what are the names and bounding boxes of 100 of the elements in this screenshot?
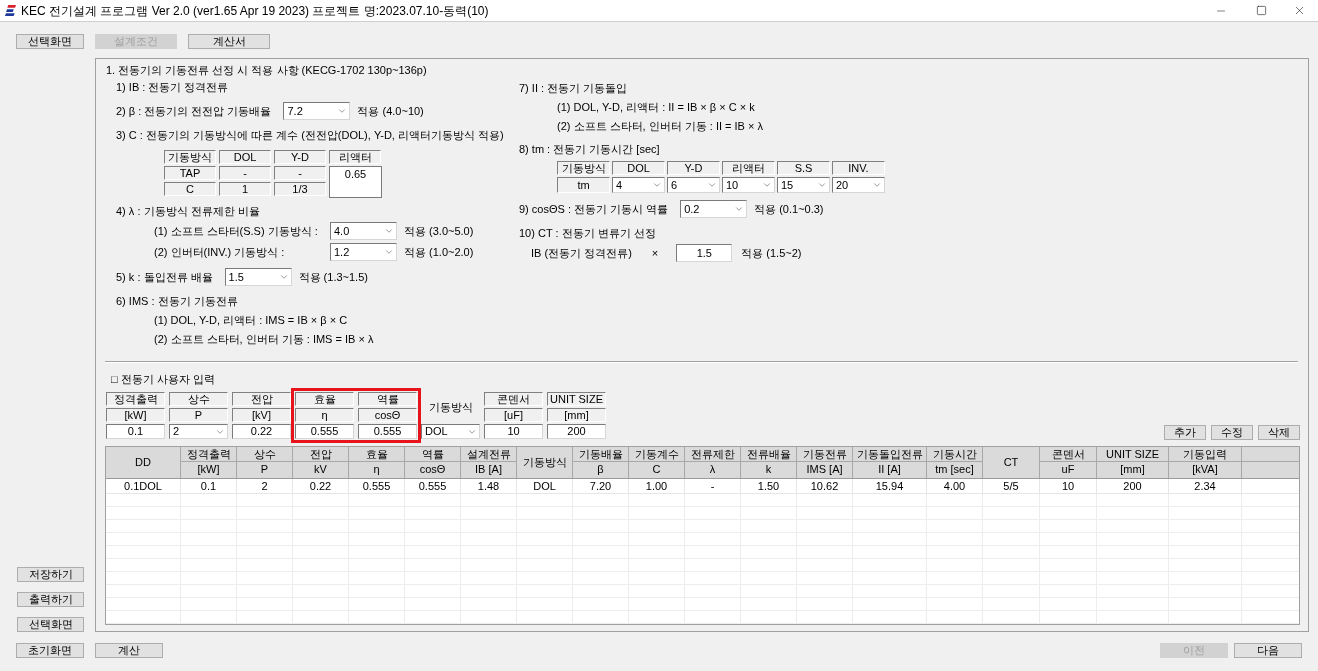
column-header: 역률	[405, 447, 460, 462]
dropdown[interactable]: 1.5	[224, 268, 292, 286]
section-heading: 1. 전동기의 기동전류 선정 시 적용 사항 (KECG-1702 130p~136p)	[106, 63, 427, 78]
column-label: Y-D	[274, 150, 326, 164]
column-header: 기동배율	[573, 447, 628, 462]
table-cell: 2	[237, 479, 293, 493]
column-label: 1/3	[274, 182, 326, 196]
next-button[interactable]: 다음	[1234, 643, 1302, 658]
column-label: TAP	[164, 166, 216, 180]
column-label: 효율	[295, 392, 354, 406]
column-header: 기동전류	[797, 447, 852, 462]
dropdown[interactable]: 4.0	[330, 222, 397, 240]
info-text: 6) IMS : 전동기 기동전류	[116, 294, 238, 309]
table-cell: 0.1	[181, 479, 237, 493]
input-field[interactable]: 0.1	[106, 424, 165, 439]
print-button[interactable]: 출력하기	[17, 592, 84, 607]
column-label: cosΘ	[358, 408, 417, 422]
column-label: [mm]	[547, 408, 606, 422]
column-label: S.S	[777, 161, 830, 175]
column-header: IMS [A]	[805, 462, 844, 477]
dropdown[interactable]: DOL	[421, 424, 480, 439]
table-cell: 0.1DOL	[106, 479, 181, 493]
range-note: 적용 (1.3~1.5)	[298, 269, 368, 285]
table-cell: 1.50	[741, 479, 797, 493]
calculate-button[interactable]: 계산	[95, 643, 163, 658]
dropdown[interactable]: 7.2	[283, 102, 351, 120]
range-note: 적용 (1.0~2.0)	[404, 244, 474, 260]
window-title: KEC 전기설계 프로그램 Ver 2.0 (ver1.65 Apr 19 2023) 프로젝트 명:2023.07.10-동력(10)	[21, 2, 489, 20]
chevron-down-icon	[652, 180, 662, 190]
column-header: [kVA]	[1191, 462, 1219, 477]
column-header: 기동계수	[629, 447, 684, 462]
column-header: uF	[1060, 462, 1076, 477]
dropdown[interactable]: 0.2	[680, 200, 748, 218]
dropdown[interactable]: 2	[169, 424, 228, 439]
column-header: 기동돌입전류	[853, 447, 926, 462]
report-button[interactable]: 계산서	[188, 34, 270, 49]
column-header: 효율	[349, 447, 404, 462]
logo-icon	[5, 5, 16, 16]
column-header: 설계전류	[461, 447, 516, 462]
column-label: 전압	[232, 392, 291, 406]
input-field[interactable]: 0.555	[358, 424, 417, 439]
column-label: -	[219, 166, 271, 180]
value-field: 0.65	[329, 166, 382, 198]
select-screen-button[interactable]: 선택화면	[17, 617, 84, 632]
save-button[interactable]: 저장하기	[17, 567, 84, 582]
column-label: [uF]	[484, 408, 543, 422]
info-text: 10) CT : 전동기 변류기 선정	[519, 226, 656, 241]
column-label: Y-D	[667, 161, 720, 175]
select-screen-button[interactable]: 선택화면	[16, 34, 84, 49]
input-field[interactable]: 10	[484, 424, 543, 439]
column-label: -	[274, 166, 326, 180]
range-note: 적용 (3.0~5.0)	[404, 223, 474, 239]
column-header: DD	[106, 447, 181, 478]
dropdown[interactable]: 4	[612, 177, 665, 193]
section-title: □ 전동기 사용자 입력	[110, 372, 215, 387]
edit-button[interactable]: 수정	[1211, 425, 1253, 440]
column-label: 정격출력	[106, 392, 165, 406]
dropdown[interactable]: 15	[777, 177, 830, 193]
table-cell: 200	[1097, 479, 1169, 493]
select-label: 9) cosΘS : 전동기 기동시 역률	[519, 201, 669, 217]
info-text: (2) 소프트 스타터, 인버터 기동 : IMS = IB × λ	[154, 332, 374, 347]
column-header: CT	[983, 447, 1040, 478]
chevron-down-icon	[872, 180, 882, 190]
column-header: cosΘ	[418, 462, 447, 477]
dropdown[interactable]: 1.2	[330, 243, 397, 261]
table-cell: 15.94	[853, 479, 927, 493]
column-label: tm	[557, 177, 610, 193]
dropdown[interactable]: 6	[667, 177, 720, 193]
dropdown[interactable]: 10	[722, 177, 775, 193]
delete-button[interactable]: 삭제	[1258, 425, 1300, 440]
info-text: 7) II : 전동기 기동돌입	[519, 81, 628, 96]
column-header: kV	[313, 462, 328, 477]
select-label: (2) 인버터(INV.) 기동방식 :	[154, 244, 286, 260]
column-header: η	[372, 462, 381, 477]
range-note: 적용 (0.1~0.3)	[754, 201, 824, 217]
column-header: 콘덴서	[1040, 447, 1096, 462]
add-button[interactable]: 추가	[1164, 425, 1206, 440]
chevron-down-icon	[817, 180, 827, 190]
column-label: DOL	[219, 150, 271, 164]
initial-screen-button[interactable]: 초기화면	[16, 643, 84, 658]
range-note: 적용 (4.0~10)	[357, 103, 424, 119]
table-cell: 2.34	[1169, 479, 1242, 493]
info-text: (1) DOL, Y-D, 리액터 : IMS = IB × β × C	[154, 313, 348, 328]
column-header: 전압	[293, 447, 348, 462]
dropdown[interactable]: 20	[832, 177, 885, 193]
input-field[interactable]: 0.555	[295, 424, 354, 439]
maximize-icon[interactable]	[1256, 5, 1267, 16]
input-field[interactable]: 1.5	[676, 244, 733, 262]
input-field[interactable]: 200	[547, 424, 606, 439]
column-label: DOL	[612, 161, 665, 175]
column-header: 전류제한	[685, 447, 740, 462]
table-cell: 0.555	[349, 479, 405, 493]
close-icon[interactable]	[1293, 4, 1306, 17]
table-cell: 0.555	[405, 479, 461, 493]
column-label: η	[295, 408, 354, 422]
column-label: 역률	[358, 392, 417, 406]
column-label: 1	[219, 182, 271, 196]
info-text: (1) DOL, Y-D, 리액터 : II = IB × β × C × k	[557, 100, 755, 115]
input-field[interactable]: 0.22	[232, 424, 291, 439]
column-label: UNIT SIZE	[547, 392, 606, 406]
